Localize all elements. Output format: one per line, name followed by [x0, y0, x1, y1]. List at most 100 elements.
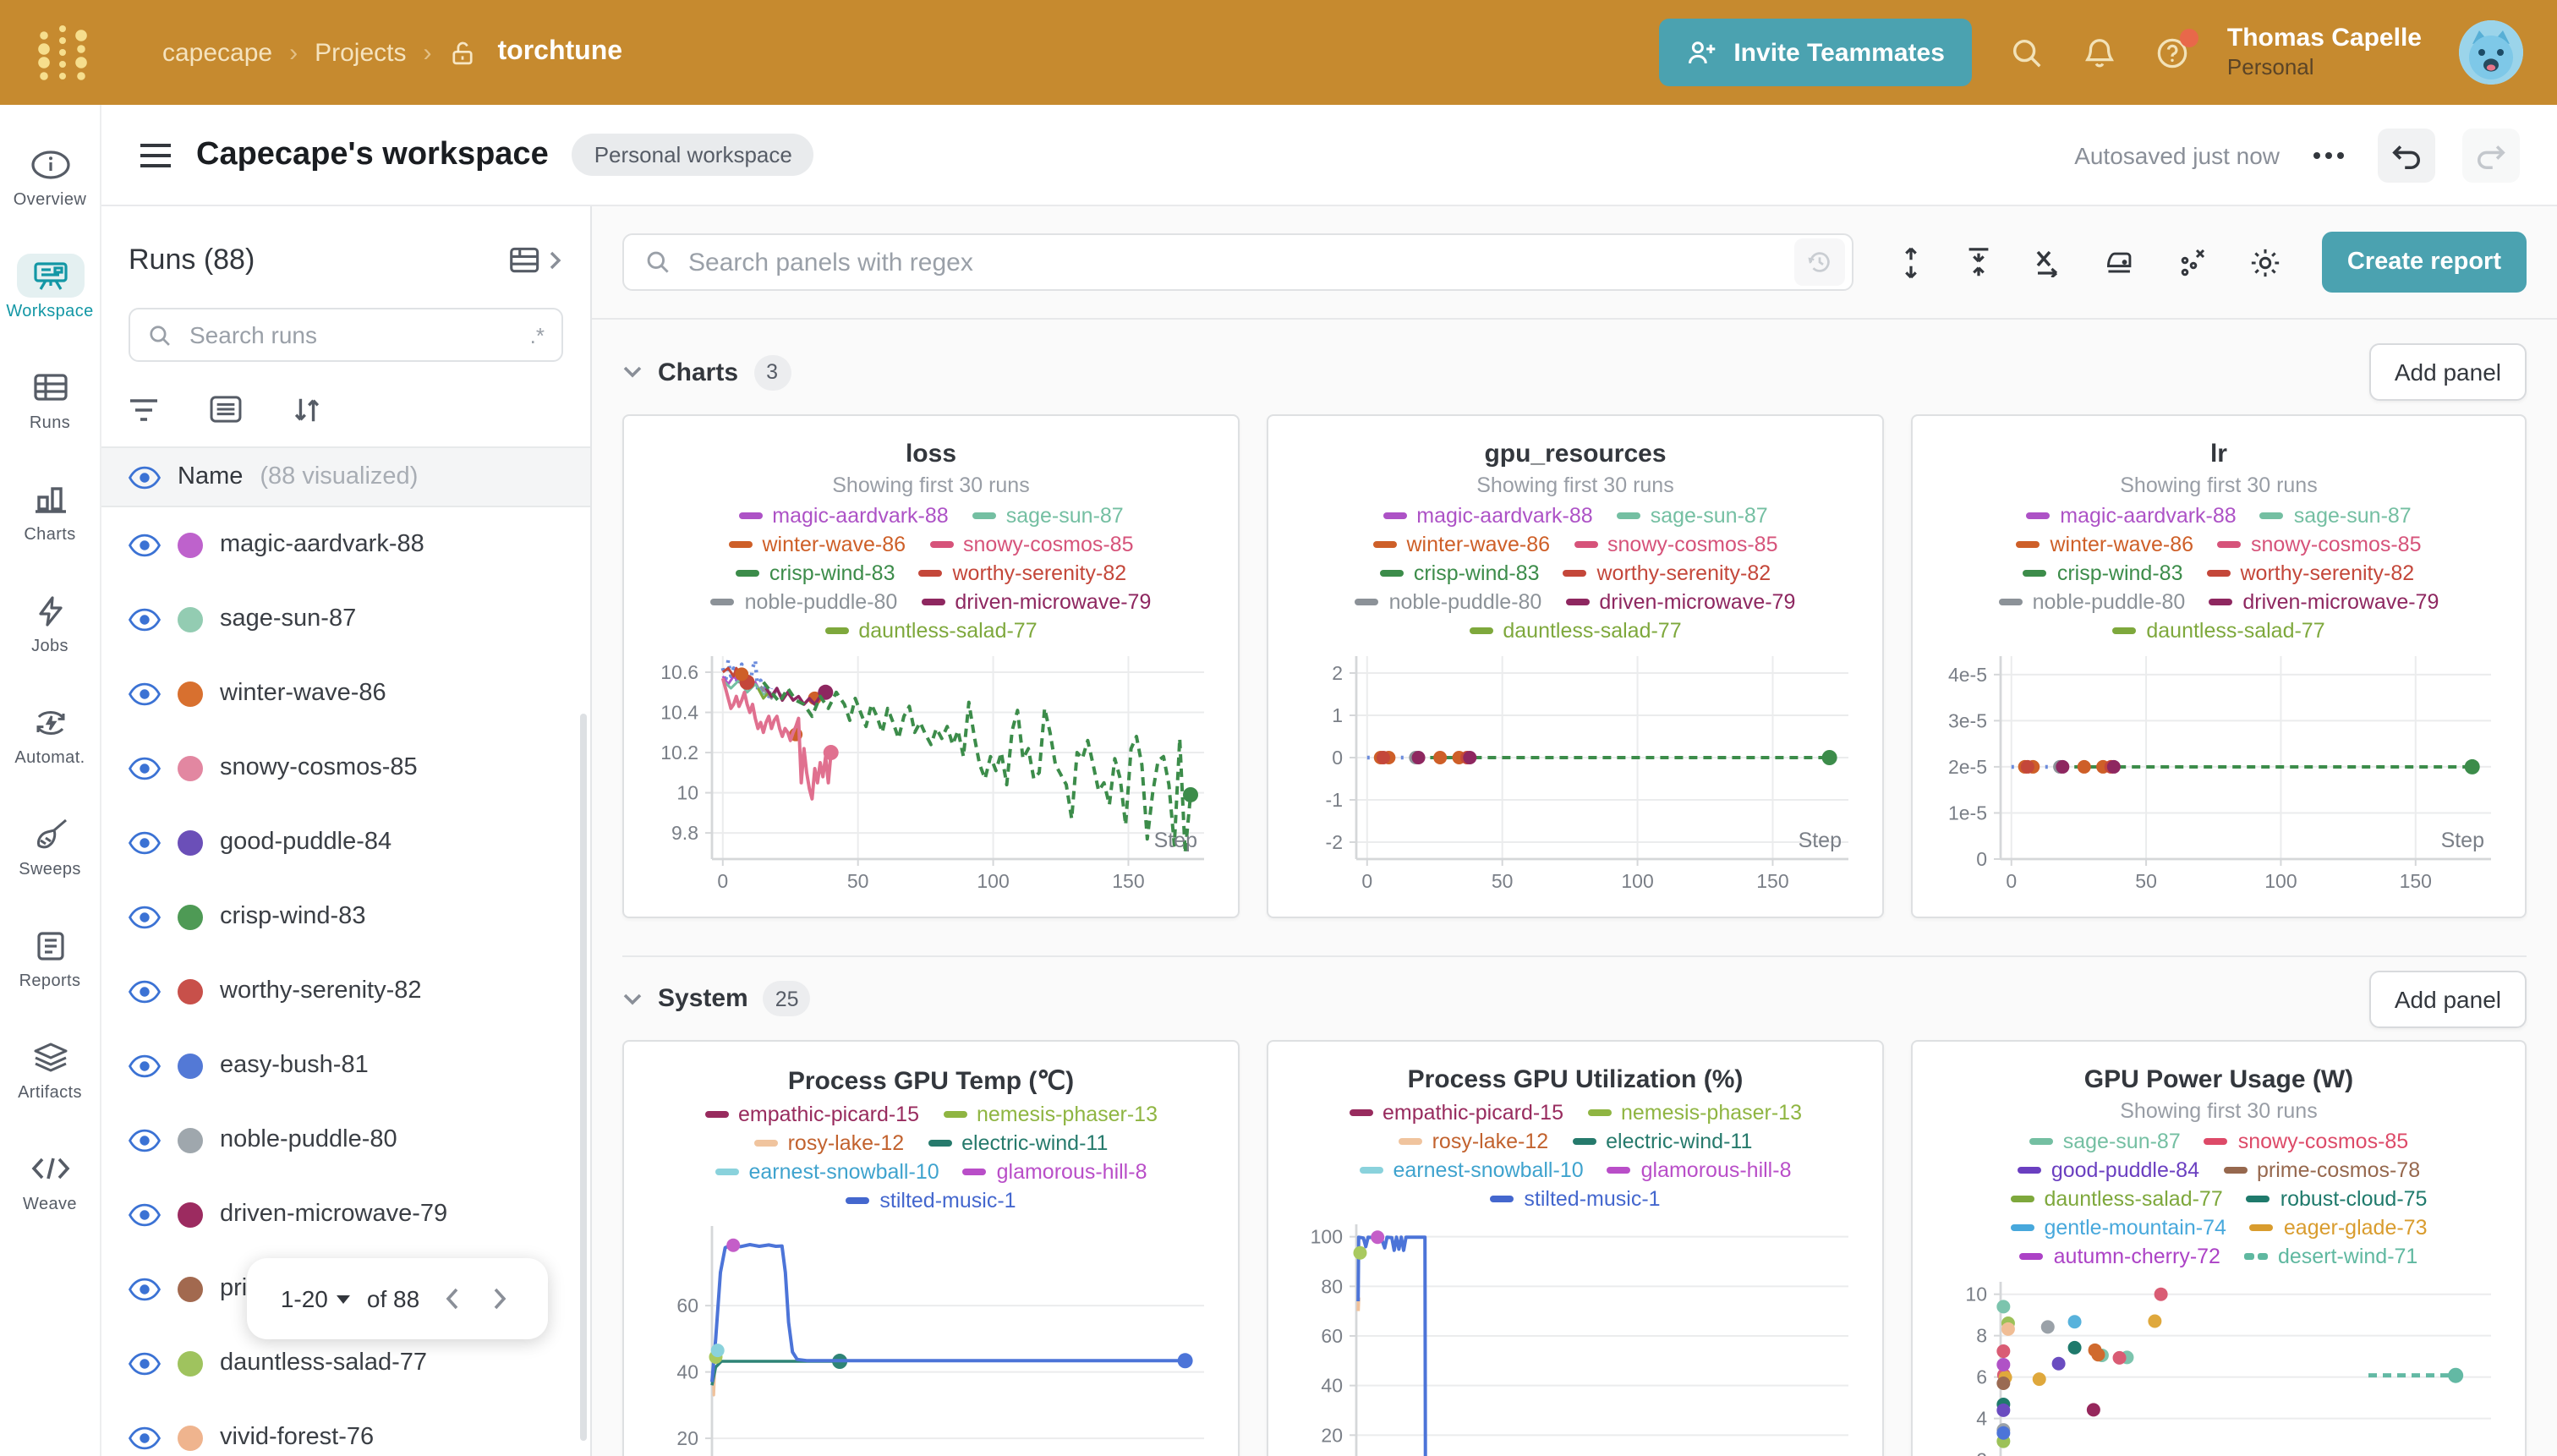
legend-entry[interactable]: empathic-picard-15: [1349, 1101, 1563, 1125]
breadcrumb-project[interactable]: torchtune: [498, 37, 623, 68]
legend-entry[interactable]: worthy-serenity-82: [919, 561, 1127, 585]
legend-entry[interactable]: sage-sun-87: [2260, 504, 2412, 528]
legend-entry[interactable]: eager-glade-73: [2250, 1216, 2428, 1240]
help-icon[interactable]: [2155, 35, 2190, 70]
legend-entry[interactable]: empathic-picard-15: [704, 1103, 919, 1126]
chart-panel-gpu-power-usage-w-[interactable]: GPU Power Usage (W)Showing first 30 runs…: [1911, 1040, 2527, 1456]
run-row[interactable]: snowy-cosmos-85: [101, 731, 590, 805]
legend-entry[interactable]: snowy-cosmos-85: [929, 533, 1133, 556]
legend-entry[interactable]: dauntless-salad-77: [2112, 619, 2324, 643]
runs-table-expand-button[interactable]: [509, 245, 563, 276]
chevron-down-icon[interactable]: [622, 365, 643, 379]
legend-entry[interactable]: sage-sun-87: [972, 504, 1124, 528]
run-row[interactable]: crisp-wind-83: [101, 879, 590, 954]
sidebar-item-runs[interactable]: Runs: [3, 345, 97, 453]
run-row[interactable]: magic-aardvark-88: [101, 507, 590, 582]
legend-entry[interactable]: crisp-wind-83: [736, 561, 895, 585]
legend-entry[interactable]: gentle-mountain-74: [2010, 1216, 2226, 1240]
visibility-eye-icon[interactable]: [129, 532, 161, 557]
legend-entry[interactable]: glamorous-hill-8: [1607, 1158, 1792, 1182]
undo-button[interactable]: [2378, 128, 2435, 182]
legend-entry[interactable]: rosy-lake-12: [1399, 1130, 1549, 1153]
legend-entry[interactable]: driven-microwave-79: [2209, 590, 2439, 614]
run-row[interactable]: vivid-forest-76: [101, 1400, 590, 1456]
group-list-icon[interactable]: [210, 396, 242, 423]
chart-panel-loss[interactable]: lossShowing first 30 runsmagic-aardvark-…: [622, 414, 1240, 918]
breadcrumb-projects[interactable]: Projects: [315, 38, 406, 67]
add-panel-button[interactable]: Add panel: [2369, 343, 2527, 401]
legend-entry[interactable]: sage-sun-87: [1617, 504, 1768, 528]
add-panel-button[interactable]: Add panel: [2369, 970, 2527, 1027]
search-history-icon[interactable]: [1794, 238, 1845, 286]
legend-entry[interactable]: rosy-lake-12: [754, 1131, 905, 1155]
legend-entry[interactable]: nemesis-phaser-13: [1587, 1101, 1802, 1125]
sidebar-item-weave[interactable]: Weave: [3, 1126, 97, 1234]
user-menu[interactable]: Thomas Capelle Personal: [2227, 23, 2422, 82]
legend-entry[interactable]: stilted-music-1: [846, 1189, 1016, 1212]
run-row[interactable]: easy-bush-81: [101, 1028, 590, 1103]
visibility-eye-icon[interactable]: [129, 464, 161, 490]
sidebar-item-sweeps[interactable]: Sweeps: [3, 791, 97, 900]
avatar[interactable]: [2459, 20, 2523, 85]
legend-entry[interactable]: electric-wind-11: [1572, 1130, 1752, 1153]
chart-plot-area[interactable]: 604020Time (minutes): [638, 1212, 1224, 1456]
redo-button[interactable]: [2462, 128, 2520, 182]
legend-entry[interactable]: desert-wind-71: [2244, 1245, 2417, 1268]
legend-entry[interactable]: winter-wave-86: [729, 533, 906, 556]
chart-plot-area[interactable]: 10.610.410.2109.8050100150Step: [638, 643, 1224, 917]
invite-teammates-button[interactable]: Invite Teammates: [1659, 19, 1972, 86]
chevron-down-icon[interactable]: [622, 992, 643, 1005]
chart-panel-process-gpu-temp-[interactable]: Process GPU Temp (℃)empathic-picard-15ne…: [622, 1040, 1240, 1456]
legend-entry[interactable]: dauntless-salad-77: [2011, 1187, 2223, 1211]
section-name[interactable]: System: [658, 984, 748, 1013]
visibility-eye-icon[interactable]: [129, 1276, 161, 1301]
legend-entry[interactable]: worthy-serenity-82: [2207, 561, 2415, 585]
run-row[interactable]: driven-microwave-79: [101, 1177, 590, 1251]
settings-gear-icon[interactable]: [2249, 246, 2281, 278]
legend-entry[interactable]: noble-puddle-80: [711, 590, 898, 614]
chart-plot-area[interactable]: 108642Time (seconds): [1926, 1268, 2511, 1456]
prev-page-button[interactable]: [436, 1284, 467, 1314]
legend-entry[interactable]: winter-wave-86: [1373, 533, 1551, 556]
chart-plot-area[interactable]: 4e-53e-52e-51e-50050100150Step: [1926, 643, 2511, 917]
visibility-eye-icon[interactable]: [129, 606, 161, 632]
chart-plot-area[interactable]: 10080604020Time (minutes): [1282, 1211, 1869, 1456]
legend-entry[interactable]: good-puddle-84: [2018, 1158, 2199, 1182]
chart-panel-lr[interactable]: lrShowing first 30 runsmagic-aardvark-88…: [1911, 414, 2527, 918]
legend-entry[interactable]: dauntless-salad-77: [824, 619, 1037, 643]
visibility-eye-icon[interactable]: [129, 1127, 161, 1152]
legend-entry[interactable]: snowy-cosmos-85: [2217, 533, 2421, 556]
legend-entry[interactable]: noble-puddle-80: [1999, 590, 2186, 614]
legend-entry[interactable]: earnest-snowball-10: [715, 1160, 939, 1184]
breadcrumb-entity[interactable]: capecape: [162, 38, 272, 67]
runs-scrollbar[interactable]: [580, 714, 587, 1441]
sidebar-item-automat[interactable]: Automat.: [3, 680, 97, 788]
run-row[interactable]: winter-wave-86: [101, 656, 590, 731]
legend-entry[interactable]: magic-aardvark-88: [1383, 504, 1592, 528]
page-range-dropdown[interactable]: 1-20: [281, 1285, 350, 1312]
visibility-eye-icon[interactable]: [129, 1201, 161, 1227]
legend-entry[interactable]: sage-sun-87: [2029, 1130, 2181, 1153]
legend-entry[interactable]: noble-puddle-80: [1355, 590, 1542, 614]
section-name[interactable]: Charts: [658, 358, 738, 386]
overflow-menu-icon[interactable]: [2307, 145, 2351, 165]
create-report-button[interactable]: Create report: [2322, 232, 2527, 293]
notifications-bell-icon[interactable]: [2082, 35, 2117, 70]
chart-panel-gpu_resources[interactable]: gpu_resourcesShowing first 30 runsmagic-…: [1267, 414, 1884, 918]
run-row[interactable]: worthy-serenity-82: [101, 954, 590, 1028]
panel-search-input[interactable]: [685, 246, 1781, 278]
legend-entry[interactable]: robust-cloud-75: [2247, 1187, 2428, 1211]
legend-entry[interactable]: dauntless-salad-77: [1469, 619, 1681, 643]
visibility-eye-icon[interactable]: [129, 681, 161, 706]
visibility-eye-icon[interactable]: [129, 904, 161, 929]
legend-entry[interactable]: snowy-cosmos-85: [2204, 1130, 2408, 1153]
x-axis-settings-icon[interactable]: [2033, 247, 2063, 277]
legend-entry[interactable]: nemesis-phaser-13: [943, 1103, 1158, 1126]
legend-entry[interactable]: snowy-cosmos-85: [1574, 533, 1777, 556]
legend-entry[interactable]: autumn-cherry-72: [2020, 1245, 2220, 1268]
legend-entry[interactable]: stilted-music-1: [1490, 1187, 1660, 1211]
sidebar-item-jobs[interactable]: Jobs: [3, 568, 97, 676]
legend-entry[interactable]: driven-microwave-79: [921, 590, 1151, 614]
legend-entry[interactable]: earnest-snowball-10: [1360, 1158, 1584, 1182]
legend-entry[interactable]: magic-aardvark-88: [738, 504, 948, 528]
